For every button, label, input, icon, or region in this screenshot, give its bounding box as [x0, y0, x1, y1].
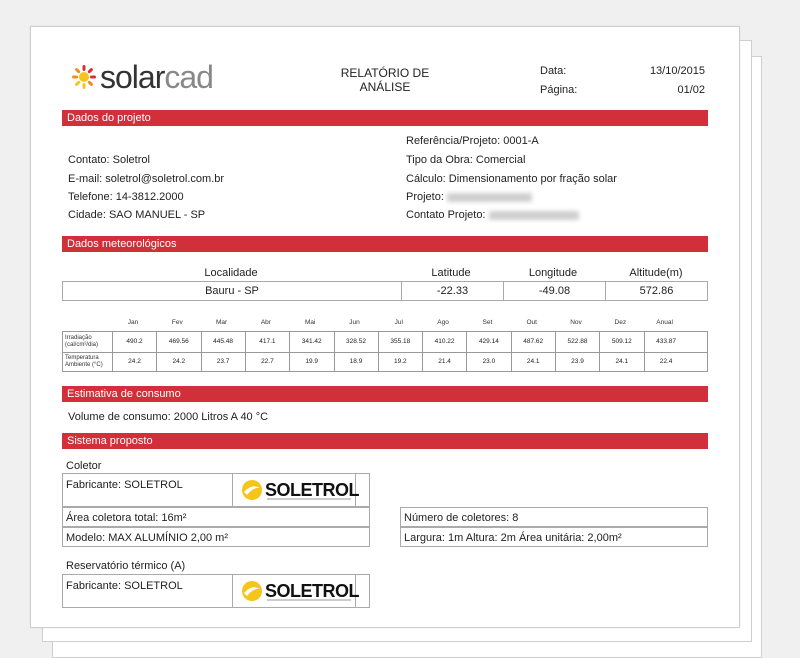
consumption-volume: Volume de consumo: 2000 Litros A 40 °C — [68, 411, 269, 423]
project-calculation: Cálculo: Dimensionamento por fração sola… — [406, 173, 617, 185]
irradiation-value: 341.42 — [289, 332, 333, 352]
collector-title: Coletor — [66, 460, 102, 472]
section-bar-consumption: Estimativa de consumo — [62, 386, 708, 402]
page-value: 01/02 — [677, 84, 705, 96]
project-phone: Telefone: 14-3812.2000 — [68, 191, 184, 203]
month-header: Jan — [127, 319, 139, 326]
temperature-value: 24.1 — [510, 352, 555, 372]
brand-name: solarcad — [100, 59, 214, 95]
collector-model: Modelo: MAX ALUMÍNIO 2,00 m² — [66, 532, 228, 544]
soletrol-icon — [242, 581, 262, 601]
section-bar-system: Sistema proposto — [62, 433, 708, 449]
month-header: Nov — [570, 319, 582, 326]
temperature-value: 24.2 — [156, 352, 200, 372]
irradiation-value: 410.22 — [422, 332, 466, 352]
month-header: Abr — [260, 319, 271, 326]
collector-area-box: Área coletora total: 16m² — [62, 507, 370, 527]
location-table: Bauru - SP -22.33 -49.08 572.86 — [62, 281, 708, 301]
month-header: Ago — [437, 319, 449, 326]
section-bar-project: Dados do projeto — [62, 110, 708, 126]
month-header: Jul — [394, 319, 403, 326]
altitude-header: Altitude(m) — [629, 267, 683, 279]
page-label: Página: — [540, 84, 578, 96]
month-header: Dez — [614, 319, 627, 326]
collector-dims-box: Largura: 1m Altura: 2m Área unitária: 2,… — [400, 527, 708, 547]
section-bar-meteo: Dados meteorológicos — [62, 236, 708, 252]
collector-dims: Largura: 1m Altura: 2m Área unitária: 2,… — [404, 532, 622, 544]
reservoir-title: Reservatório térmico (A) — [66, 560, 186, 572]
irradiation-value: 328.52 — [333, 332, 378, 352]
month-header: Jun — [349, 319, 360, 326]
report-title: RELATÓRIO DE ANÁLISE — [340, 66, 430, 94]
collector-manufacturer: Fabricante: SOLETROL — [66, 479, 183, 491]
irradiation-value: 490.2 — [112, 332, 156, 352]
altitude-value: 572.86 — [605, 282, 707, 300]
reservoir-manufacturer: Fabricante: SOLETROL — [66, 580, 183, 592]
month-header: Out — [526, 319, 537, 326]
project-reference: Referência/Projeto: 0001-A — [406, 135, 539, 147]
temperature-value: 22.4 — [643, 352, 688, 372]
project-contact: Contato: Soletrol — [68, 154, 150, 166]
collector-area: Área coletora total: 16m² — [66, 512, 187, 524]
irradiation-value: 417.1 — [244, 332, 289, 352]
temperature-value: 23.7 — [200, 352, 245, 372]
irradiation-value: 509.12 — [599, 332, 643, 352]
irradiation-label: Irradiação (cal/cm²/dia) — [65, 335, 99, 348]
temperature-row: Temperatura Ambiente (°C) 24.2 24.2 23.7 22… — [63, 352, 707, 372]
redacted-contact — [488, 210, 579, 220]
month-header: Anual — [656, 319, 673, 326]
irradiation-value: 433.87 — [643, 332, 688, 352]
soletrol-icon — [242, 480, 262, 500]
irradiation-value: 429.14 — [466, 332, 510, 352]
project-city: Cidade: SAO MANUEL - SP — [68, 209, 206, 221]
latitude-value: -22.33 — [401, 282, 503, 300]
irradiation-value: 522.88 — [555, 332, 599, 352]
irradiation-row: Irradiação (cal/cm²/dia) 490.2 469.56 445.… — [63, 332, 707, 353]
irradiation-value: 355.18 — [377, 332, 422, 352]
month-header: Mai — [304, 319, 316, 326]
sun-icon — [72, 65, 96, 89]
temperature-value: 24.1 — [599, 352, 643, 372]
date-label: Data: — [540, 65, 567, 77]
temperature-value: 23.0 — [466, 352, 510, 372]
temperature-label: Temperatura Ambiente (°C) — [65, 355, 103, 368]
project-contact-person: Contato Projeto: — [406, 209, 579, 221]
collector-count: Número de coletores: 8 — [404, 512, 519, 524]
month-header: Fev — [171, 319, 183, 326]
locality-value: Bauru - SP — [205, 285, 259, 297]
collector-model-box: Modelo: MAX ALUMÍNIO 2,00 m² — [62, 527, 370, 547]
longitude-header: Longitude — [528, 267, 578, 279]
temperature-value: 18.9 — [333, 352, 378, 372]
soletrol-logo-collector: SOLETROL — [232, 473, 360, 507]
temperature-value: 19.2 — [377, 352, 422, 372]
irradiation-value: 445.48 — [200, 332, 245, 352]
date-value: 13/10/2015 — [649, 65, 705, 77]
project-email: E-mail: soletrol@soletrol.com.br — [68, 173, 225, 185]
month-header: Mar — [215, 319, 228, 326]
temperature-value: 21.4 — [422, 352, 466, 372]
redacted-project — [446, 192, 532, 202]
temperature-value: 23.9 — [555, 352, 599, 372]
irradiation-value: 487.62 — [510, 332, 555, 352]
soletrol-logo-reservoir: SOLETROL — [232, 574, 360, 608]
project-work-type: Tipo da Obra: Comercial — [406, 154, 526, 166]
month-header: Set — [482, 319, 493, 326]
meteo-table: Irradiação (cal/cm²/dia) 490.2 469.56 445.… — [62, 331, 708, 372]
solarcad-logo: solarcad — [72, 59, 242, 97]
temperature-value: 22.7 — [244, 352, 289, 372]
longitude-value: -49.08 — [503, 282, 605, 300]
project-name: Projeto: — [406, 191, 532, 203]
collector-count-box: Número de coletores: 8 — [400, 507, 708, 527]
temperature-value: 24.2 — [112, 352, 156, 372]
irradiation-value: 469.56 — [156, 332, 200, 352]
locality-header: Localidade — [204, 267, 258, 279]
latitude-header: Latitude — [431, 267, 471, 279]
temperature-value: 19.9 — [289, 352, 333, 372]
